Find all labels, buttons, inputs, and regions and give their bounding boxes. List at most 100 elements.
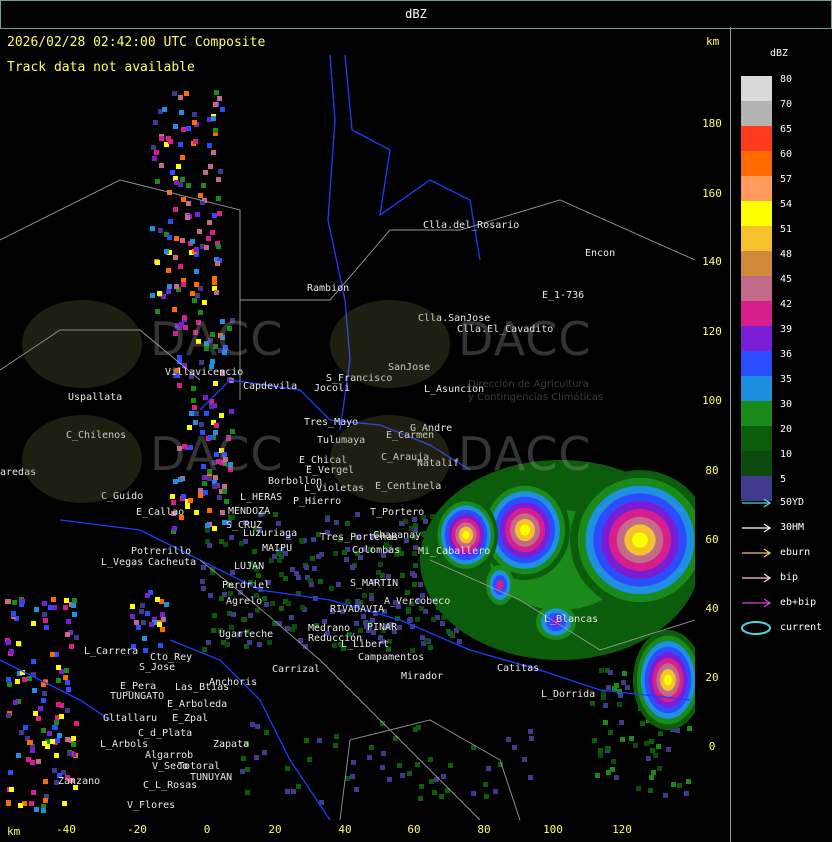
radar-echo-pixel — [245, 767, 250, 772]
radar-echo-pixel — [66, 687, 71, 692]
radar-echo-pixel — [178, 95, 183, 100]
place-label: Mi_Caballero — [418, 546, 491, 557]
radar-echo-pixel — [606, 770, 611, 775]
radar-echo-pixel — [206, 640, 211, 645]
radar-window: dBZ 2026/02/28 02:42:00 UTC Composite km… — [0, 0, 832, 842]
radar-echo-pixel — [185, 504, 190, 509]
radar-echo-pixel — [376, 570, 381, 575]
legend-value: 35 — [780, 374, 793, 385]
radar-echo-pixel — [267, 640, 272, 645]
timestamp-label: 2026/02/28 02:42:00 UTC Composite — [7, 35, 266, 50]
dacc-logo-icon — [22, 415, 142, 503]
radar-echo-pixel — [307, 757, 312, 762]
radar-echo-pixel — [677, 783, 682, 788]
radar-echo-pixel — [272, 621, 277, 626]
radar-echo-pixel — [43, 618, 48, 623]
radar-echo-pixel — [257, 642, 262, 647]
dacc-logo-icon — [330, 415, 450, 503]
radar-echo-pixel — [644, 741, 649, 746]
track-legend-label: current — [780, 622, 823, 633]
radar-echo-pixel — [220, 510, 225, 515]
radar-echo-pixel — [625, 685, 630, 690]
radar-echo-pixel — [416, 725, 421, 730]
radar-echo-pixel — [439, 794, 444, 799]
radar-echo-pixel — [50, 739, 55, 744]
radar-echo-pixel — [219, 539, 224, 544]
radar-echo-pixel — [649, 739, 654, 744]
legend-value: 80 — [780, 74, 793, 85]
unit-label-top: km — [706, 35, 720, 48]
radar-echo-pixel — [172, 526, 177, 531]
radar-echo-pixel — [207, 508, 212, 513]
radar-echo-pixel — [686, 779, 691, 784]
radar-echo-pixel — [410, 571, 415, 576]
radar-echo-pixel — [640, 721, 645, 726]
legend-color-swatch — [741, 276, 772, 301]
radar-echo-pixel — [8, 770, 13, 775]
radar-echo-pixel — [43, 779, 48, 784]
radar-echo-pixel — [36, 759, 41, 764]
track-arrow-icon — [742, 548, 772, 558]
radar-echo-pixel — [362, 593, 367, 598]
radar-echo-pixel — [198, 488, 203, 493]
y-tick-label: 60 — [705, 533, 719, 546]
radar-echo-pixel — [216, 177, 221, 182]
place-label: Uspallata — [68, 392, 123, 403]
radar-echo-pixel — [194, 510, 199, 515]
radar-echo-pixel — [191, 398, 196, 403]
radar-echo-pixel — [431, 617, 436, 622]
radar-echo-pixel — [397, 763, 402, 768]
radar-echo-pixel — [286, 601, 291, 606]
radar-echo-pixel — [636, 786, 641, 791]
radar-echo-pixel — [31, 659, 36, 664]
radar-echo-pixel — [161, 617, 166, 622]
radar-echo-pixel — [59, 714, 64, 719]
radar-echo-pixel — [217, 211, 222, 216]
legend-color-swatch — [741, 351, 772, 376]
place-label: Clla.del_Rosario — [423, 220, 520, 231]
radar-echo-pixel — [454, 628, 459, 633]
radar-echo-pixel — [603, 703, 608, 708]
radar-echo-pixel — [188, 498, 193, 503]
radar-echo-pixel — [154, 150, 159, 155]
radar-echo-pixel — [400, 573, 405, 578]
radar-echo-pixel — [350, 565, 355, 570]
radar-echo-pixel — [415, 762, 420, 767]
radar-echo-pixel — [200, 579, 205, 584]
radar-echo-pixel — [633, 743, 638, 748]
radar-echo-pixel — [159, 163, 164, 168]
radar-echo-pixel — [29, 801, 34, 806]
legend-color-swatch — [741, 301, 772, 326]
radar-echo-pixel — [599, 668, 604, 673]
radar-echo-pixel — [149, 622, 154, 627]
radar-echo-pixel — [166, 289, 171, 294]
radar-echo-pixel — [212, 213, 217, 218]
legend-color-swatch — [741, 451, 772, 476]
radar-echo-pixel — [415, 617, 420, 622]
radar-echo-pixel — [241, 756, 246, 761]
watermark-brand: DACC — [150, 312, 284, 366]
radar-echo-pixel — [204, 411, 209, 416]
place-label: Campamentos — [358, 652, 425, 663]
legend-color-swatch — [741, 201, 772, 226]
radar-echo-pixel — [212, 613, 217, 618]
place-label: Chapanay — [373, 530, 422, 541]
place-label: Capdevila — [243, 381, 298, 392]
legend-value: 45 — [780, 274, 793, 285]
radar-echo-pixel — [217, 96, 222, 101]
radar-echo-pixel — [155, 597, 160, 602]
radar-echo-pixel — [71, 603, 76, 608]
radar-echo-pixel — [412, 551, 417, 556]
watermark-subtitle: Dirección de Agricultura y Contingencias … — [468, 378, 603, 404]
radar-echo-pixel — [316, 554, 321, 559]
radar-echo-pixel — [64, 598, 69, 603]
legend-value: 30 — [780, 399, 793, 410]
place-label: T_Portero — [370, 507, 425, 518]
radar-echo-pixel — [208, 593, 213, 598]
watermark-brand: DACC — [458, 427, 592, 481]
radar-echo-pixel — [173, 124, 178, 129]
radar-echo-pixel — [229, 409, 234, 414]
radar-echo-pixel — [41, 698, 46, 703]
radar-echo-pixel — [405, 590, 410, 595]
radar-echo-pixel — [663, 793, 668, 798]
